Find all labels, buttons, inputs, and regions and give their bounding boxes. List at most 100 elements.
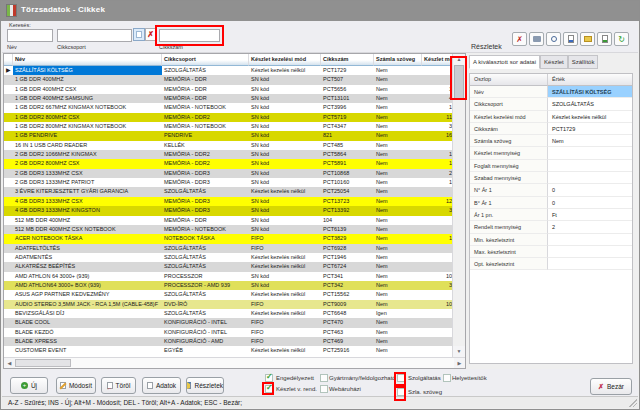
scroll-down-arrow[interactable]: ▼ [453,346,465,357]
cell-mode: SN kód [249,103,321,112]
checkbox-label: Helyettesítők [452,375,487,381]
grid-row-16[interactable]: 512 MB DDR 400MHZMEMÓRIA - DDRSN kód104N… [4,216,454,225]
details-tab-0[interactable]: A kiválasztott sor adatai [469,55,540,69]
grid-row-3[interactable]: 1 GB DDR 400MHZ SAMSUNGMEMÓRIA - DDRSN k… [4,94,454,103]
cell-qty: 11 [422,113,454,122]
cell-invoice: Nem [374,318,422,327]
grid-row-23[interactable]: AMD ATHLON64 3000+ BOX (939)PROCESSZOR -… [4,281,454,290]
grid-row-11[interactable]: 2 GB DDR3 1333MHZ CSXMEMÓRIA - DDR3SN kó… [4,169,454,178]
cell-group: SZOLGÁLTATÁS [162,66,249,75]
horizontal-scroll-thumb[interactable] [15,359,71,367]
details-row-5[interactable]: Készlet mennyiség [470,147,632,159]
cell-qty [422,216,454,225]
details-row-3[interactable]: CikkszámPCT1729 [470,123,632,135]
cell-code: PCT469 [321,337,374,346]
checkbox-label: Gyártmány/feldolgozható [329,375,396,381]
column-header-3[interactable]: Cikkszám [321,54,374,66]
details-tab-1[interactable]: Készlet [540,55,568,69]
cell-code: PCT470 [321,318,374,327]
delete-button[interactable]: ←Töröl [101,377,136,394]
cell-invoice: Nem [374,244,422,253]
scroll-right-arrow[interactable]: ▶ [454,358,465,368]
details-row-11[interactable]: Rendelt mennyiség2 [470,221,632,233]
grid-row-27[interactable]: BLADE COOLKONFIGURÁCIÓ - INTELFIFOPCT470… [4,318,454,327]
data-button[interactable]: Adatok [142,377,181,394]
open-icon [584,36,592,42]
details-row-2[interactable]: Készlet kezelési módKészlet kezelés nélk… [470,111,632,123]
checkbox-helyettes-t-k[interactable] [443,374,451,382]
checkbox-enged-lyezett[interactable]: ✓ [265,374,273,382]
grid-row-28[interactable]: BLADE KEZDŐKONFIGURÁCIÓ - INTELFIFOPCT46… [4,328,454,337]
grid-row-13[interactable]: 3 ÉVRE KITERJESZTETT GYÁRI GARANCIASZOLG… [4,187,454,196]
grid-row-20[interactable]: ADATMENTÉSSZOLGÁLTATÁSKészlet kezelés né… [4,253,454,262]
cell-qty [422,187,454,196]
column-header-0[interactable]: Név [13,54,162,66]
cell-code: PCT4347 [321,122,374,131]
resize-grip[interactable] [629,399,637,407]
grid-row-30[interactable]: CUSTOMER EVENTEGYÉBKészlet kezelés nélkü… [4,346,454,355]
row-indicator [4,290,13,299]
modify-button[interactable]: Módosít [56,377,96,394]
grid-row-21[interactable]: ALKATRÉSZ BEÉPÍTÉSSZOLGÁLTATÁSKészlet ke… [4,262,454,271]
horizontal-scrollbar[interactable]: ◀ ▶ [4,357,465,368]
grid-row-24[interactable]: ASUS AGP PARTNER KEDVEZMÉNYSZOLGÁLTATÁSK… [4,290,454,299]
grid-row-12[interactable]: 2 GB DDR3 1333MHZ PATRIOTMEMÓRIA - DDR3S… [4,178,454,187]
grid-row-9[interactable]: 2 GB DDR2 1066MHZ KINGMAXMEMÓRIA - DDR2S… [4,150,454,159]
details-row-12[interactable]: Min. készletszint [470,234,632,246]
details-row-8[interactable]: N° Ár 10 [470,184,632,196]
grid-row-29[interactable]: BLADE XPRESSKONFIGURÁCIÓ - AMDFIFOPCT469… [4,337,454,346]
details-row-7[interactable]: Szabad mennyiség [470,172,632,184]
grid-row-5[interactable]: 1 GB DDR2 800MHZ CSXMEMÓRIA - DDR2SN kód… [4,113,454,122]
cell-qty: 3 [422,281,454,290]
cell-name: 1 GB PENDRIVE [13,131,162,140]
details-value: SZOLGÁLTATÁS [548,98,632,110]
details-button[interactable]: Részletek [186,377,224,394]
details-tab-2[interactable]: Szállítók [568,55,599,69]
details-row-1[interactable]: CikkcsoportSZOLGÁLTATÁS [470,98,632,110]
cell-name: BLADE XPRESS [13,337,162,346]
grid-row-17[interactable]: 512 MB DDR 400MHZ CSX NOTEBOOKMEMÓRIA - … [4,225,454,234]
grid-row-7[interactable]: 1 GB PENDRIVEPENDRIVESN kód821Nem16 [4,131,454,140]
cell-code: PCT5891 [321,159,374,168]
grid-row-10[interactable]: 2 GB DDR2 800MHZ CSXMEMÓRIA - DDR2SN kód… [4,159,454,168]
grid-row-1[interactable]: 1 GB DDR 400MHZMEMÓRIA - DDRSN kódPCT507… [4,75,454,84]
details-row-0[interactable]: NévSZÁLLÍTÁSI KÖLTSÉG [470,86,632,98]
checkbox-web-ruh-zi[interactable] [320,385,328,393]
grid-row-26[interactable]: BEVIZSGÁLÁSI DÍJSZOLGÁLTATÁSKészlet keze… [4,309,454,318]
column-header-2[interactable]: Készlet kezelési mód [249,54,321,66]
grid-row-0[interactable]: ▶SZÁLLÍTÁSI KÖLTSÉGSZOLGÁLTATÁSKészlet k… [4,66,454,75]
grid-row-19[interactable]: ADATFELTÖLTÉSSZOLGÁLTATÁSFIFOPCT6928Nem [4,244,454,253]
details-row-6[interactable]: Foglalt mennyiség [470,160,632,172]
cell-invoice: Nem [374,178,422,187]
grid-row-15[interactable]: 4 GB DDR3 1333MHZ KINGSTONMEMÓRIA - DDR3… [4,206,454,215]
column-header-4[interactable]: Számla szöveg [374,54,422,66]
cell-mode: Készlet kezelés nélkül [249,290,321,299]
grid-row-22[interactable]: AMD ATHLON 64 3000+ (939)PROCESSZORSN kó… [4,272,454,281]
cell-code: 821 [321,131,374,140]
grid-row-18[interactable]: ACER NOTEBOOK TÁSKANOTEBOOK TÁSKAFIFOPCT… [4,234,454,243]
new-button[interactable]: +Új [10,377,48,394]
edit-icon [60,382,66,389]
checkbox-gy-rtm-ny-feldolgozhat-[interactable] [320,374,328,382]
details-label: Opt. készletszint [470,258,548,270]
grid-row-4[interactable]: 1 GB DDR2 667MHZ KINGMAX NOTEBOOKMEMÓRIA… [4,103,454,112]
details-row-4[interactable]: Számla szövegNem [470,135,632,147]
grid-row-25[interactable]: AUDIO STEREO 3,5MM JACK - RCA 1,5M (CABL… [4,300,454,309]
checkbox-label: Szla. szöveg [408,389,442,395]
search-group-input[interactable] [57,29,132,42]
grid-row-2[interactable]: 1 GB DDR 400MHZ CSXMEMÓRIA - DDRSN kódPC… [4,85,454,94]
grid-row-14[interactable]: 4 GB DDR3 1333MHZ CSXMEMÓRIA - DDR3SN kó… [4,197,454,206]
details-row-10[interactable]: Ár 1 pn.Ft [470,209,632,221]
grid-row-8[interactable]: 16 IN 1 USB CARD READERKELLÉKSN kódPCT48… [4,141,454,150]
column-header-1[interactable]: Cikkcsoport [162,54,249,66]
details-row-13[interactable]: Max. készletszint [470,246,632,258]
row-indicator [4,262,13,271]
details-row-9[interactable]: B° Ár 10 [470,197,632,209]
scroll-left-arrow[interactable]: ◀ [4,358,15,368]
search-caption: Keresés: [9,22,31,28]
grid-row-6[interactable]: 1 GB DDR2 800MHZ KINGMAX NOTEBOOKMEMÓRIA… [4,122,454,131]
search-name-input[interactable] [7,29,53,42]
details-row-14[interactable]: Opt. készletszint [470,258,632,270]
group-dropdown-button[interactable] [133,28,145,41]
close-button[interactable]: ✗Bezár [590,378,632,395]
